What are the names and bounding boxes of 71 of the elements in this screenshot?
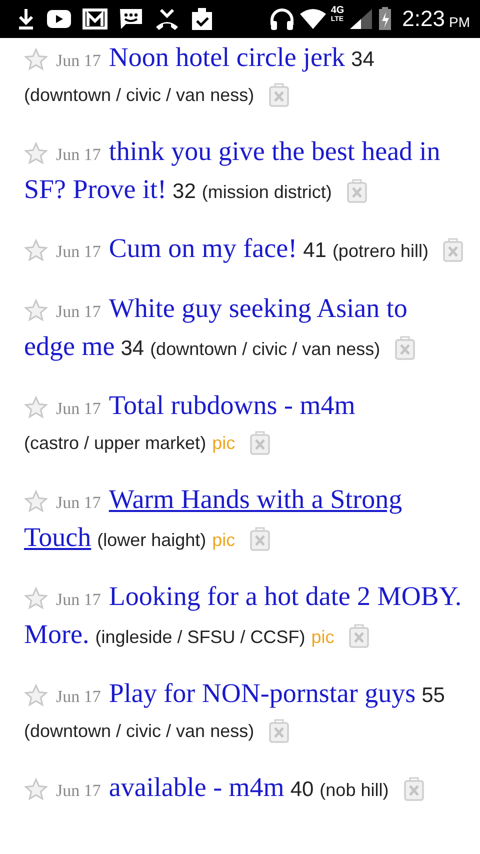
missed-call-icon [154, 7, 180, 31]
hide-icon[interactable] [346, 178, 368, 202]
post-price: 55 [422, 683, 445, 709]
mail-icon [82, 8, 108, 30]
star-icon[interactable] [24, 396, 48, 418]
hide-icon[interactable] [442, 238, 464, 262]
post-location: (mission district) [202, 181, 332, 204]
post-date: Jun 17 [56, 398, 101, 420]
post-link[interactable]: Looking for a hot date 2 MOBY. [108, 579, 462, 613]
post-location: (downtown / civic / van ness) [24, 84, 254, 107]
post-date: Jun 17 [56, 50, 101, 72]
post-link[interactable]: Warm Hands with a Strong [108, 482, 402, 516]
post-date: Jun 17 [56, 492, 101, 514]
star-icon[interactable] [24, 684, 48, 706]
hide-icon[interactable] [249, 431, 272, 455]
pic-tag: pic [212, 523, 236, 557]
post-location: (nob hill) [320, 779, 389, 802]
post-link[interactable]: More. [24, 617, 90, 651]
post-price: 34 [351, 47, 374, 73]
post-price: 34 [120, 336, 144, 362]
star-icon[interactable] [24, 586, 48, 610]
post-date: Jun 17 [56, 301, 101, 323]
star-icon[interactable] [24, 142, 48, 164]
post-price: 40 [290, 777, 314, 803]
post-link[interactable]: Cum on my face! [108, 231, 298, 265]
hide-icon[interactable] [348, 624, 370, 648]
post-location: (castro / upper market) [24, 432, 206, 455]
post-date: Jun 17 [56, 144, 101, 166]
post-link[interactable]: Noon hotel circle jerk [108, 40, 346, 74]
post-date: Jun 17 [56, 589, 101, 611]
post-date: Jun 17 [56, 241, 101, 263]
battery-icon [378, 7, 392, 31]
play-icon [46, 9, 72, 29]
hide-icon[interactable] [268, 719, 290, 743]
post-link[interactable]: Touch [24, 520, 92, 554]
download-icon [16, 7, 36, 31]
star-icon[interactable] [24, 778, 48, 800]
chat-icon [118, 7, 144, 31]
post-link[interactable]: White guy seeking Asian to [108, 291, 408, 325]
post-link[interactable]: think you give the best head in [108, 134, 440, 168]
post-price: 32 [172, 179, 196, 205]
hide-icon[interactable] [249, 526, 272, 550]
post-link[interactable]: SF? Prove it! [24, 172, 167, 206]
pic-tag: pic [311, 620, 334, 654]
post-link[interactable]: Play for NON-pornstar guys [108, 676, 416, 710]
post-location: (ingleside / SFSU / CCSF) [95, 626, 306, 649]
clock-period: PM [449, 14, 470, 30]
signal-icon [348, 8, 374, 30]
hide-icon[interactable] [394, 336, 416, 360]
star-icon[interactable] [24, 238, 48, 262]
network-label: 4G [330, 6, 344, 16]
wifi-icon [298, 8, 327, 30]
post-date: Jun 17 [56, 686, 101, 708]
post-link[interactable]: Total rubdowns - m4m [108, 388, 356, 422]
post-location: (downtown / civic / van ness) [150, 338, 380, 361]
post-link[interactable]: available - m4m [108, 770, 284, 804]
star-icon[interactable] [24, 298, 48, 322]
pic-tag: pic [212, 426, 236, 460]
hide-icon[interactable] [268, 83, 290, 107]
clock-time: 2:23 [402, 6, 445, 32]
headphones-icon [268, 7, 295, 31]
clipboard-icon [190, 6, 214, 32]
post-location: (potrero hill) [332, 240, 428, 263]
post-location: (downtown / civic / van ness) [24, 720, 254, 743]
hide-icon[interactable] [402, 777, 425, 801]
post-price: 41 [303, 238, 326, 264]
star-icon[interactable] [24, 490, 48, 512]
star-icon[interactable] [24, 48, 48, 70]
post-link[interactable]: edge me [24, 329, 115, 363]
post-location: (lower haight) [97, 529, 206, 552]
post-date: Jun 17 [56, 780, 101, 802]
